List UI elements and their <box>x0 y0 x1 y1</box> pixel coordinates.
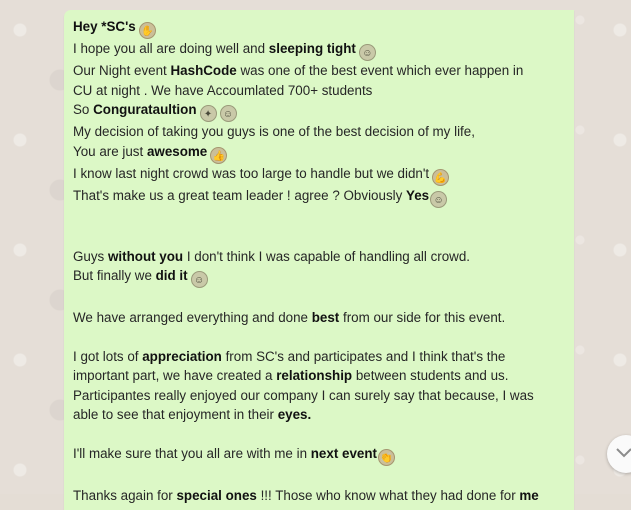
message-line: We have arranged everything and done bes… <box>73 309 506 325</box>
message-line: Thanks again for special ones !!! Those … <box>73 487 539 503</box>
chevron-down-icon <box>616 448 631 458</box>
message-line: I got lots of appreciation from SC's and… <box>73 348 506 364</box>
grinning-face-icon: ☺ <box>430 190 448 208</box>
grinning-face-icon: ☺ <box>358 44 376 61</box>
message-line: That's make us a great team leader ! agr… <box>73 186 566 208</box>
waving-hand-icon: ✋ <box>138 22 156 39</box>
message-bubble[interactable]: Hey *SC's ✋ I hope you all are doing well… <box>64 10 574 510</box>
message-line: Participantes really enjoyed our company… <box>73 387 534 403</box>
message-line: ☺ <box>73 505 566 510</box>
smiling-face-icon: ☺ <box>219 105 237 122</box>
message-line: Guys without you I don't think I was cap… <box>73 248 471 264</box>
message-line: important part, we have created a relati… <box>73 368 509 383</box>
flexed-biceps-icon: 💪 <box>432 168 450 186</box>
message-line: I know last night crowd was too large to… <box>73 164 566 186</box>
message-line: Hey *SC's ✋ <box>73 17 566 39</box>
message-line: I'll make sure that you all are with me … <box>73 444 566 466</box>
message-line: able to see that enjoyment in their eyes… <box>73 407 312 422</box>
message-line: CU at night . We have Accoumlated 700+ s… <box>73 82 373 98</box>
message-line: So Congurataultion ✦ ☺ <box>73 100 566 122</box>
message-line: I hope you all are doing well and sleepi… <box>73 39 566 61</box>
message-line: Our Night event HashCode was one of the … <box>73 63 524 78</box>
grinning-face-icon: ☺ <box>190 271 208 288</box>
message-line: You are just awesome 👍 <box>73 142 566 164</box>
confetti-icon: ✦ <box>199 105 217 122</box>
message-line: But finally we did it ☺ <box>73 266 566 288</box>
message-line: My decision of taking you guys is one of… <box>73 124 475 139</box>
clapping-hands-icon: 👏 <box>377 449 395 466</box>
thumbs-up-icon: 👍 <box>210 146 228 164</box>
